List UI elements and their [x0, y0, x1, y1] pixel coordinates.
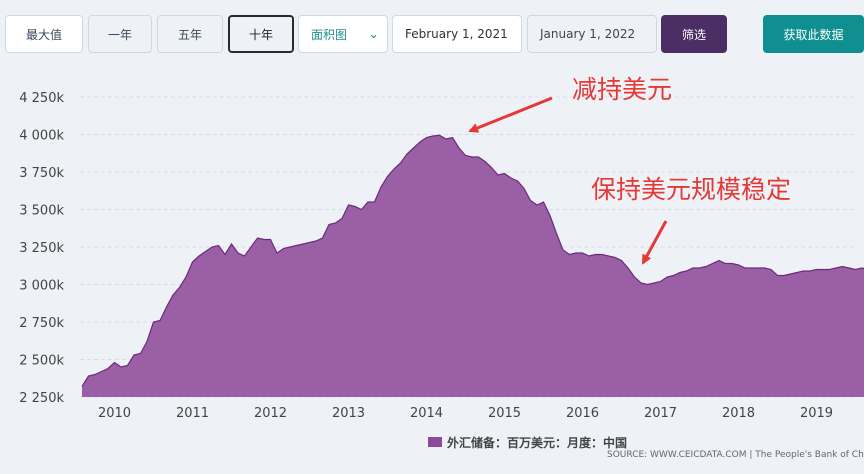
fetch-data-button[interactable]: 获取此数据: [763, 15, 864, 53]
date-from-input[interactable]: February 1, 2021: [392, 15, 522, 53]
y-tick-label: 2 750k: [19, 316, 64, 331]
x-axis-labels: 2010 2011 2012 2013 2014 2015 2016 2017 2018 2019: [98, 406, 833, 421]
x-tick-label: 2017: [644, 406, 677, 421]
chart-type-value: 面积图: [311, 27, 348, 42]
legend-label: 外汇储备：百万美元：月度：中国: [447, 435, 627, 450]
x-tick-label: 2019: [800, 406, 833, 421]
x-tick-label: 2011: [176, 406, 209, 421]
y-axis-labels: 2 250k 2 500k 2 750k 3 000k 3 250k 3 500k 3 75…: [19, 91, 64, 406]
y-tick-label: 3 500k: [19, 204, 64, 219]
y-tick-label: 4 250k: [19, 91, 64, 106]
annotation-arrow-right: [641, 220, 668, 265]
toolbar: 最大值 一年 五年 十年 面积图 ⌄ February 1, 2021 Janu…: [0, 0, 864, 62]
annotation-stable-usd: 保持美元规模稳定: [591, 175, 791, 204]
legend-swatch: [428, 437, 442, 447]
range-5y-button[interactable]: 五年: [157, 15, 223, 53]
y-tick-label: 3 250k: [19, 241, 64, 256]
annotation-arrow-top: [468, 96, 553, 133]
y-tick-label: 2 250k: [19, 391, 64, 406]
x-tick-label: 2015: [488, 406, 521, 421]
range-1y-button[interactable]: 一年: [88, 15, 152, 53]
chart-type-select[interactable]: 面积图 ⌄: [298, 15, 388, 53]
x-tick-label: 2016: [566, 406, 599, 421]
y-tick-label: 2 500k: [19, 354, 64, 369]
x-tick-label: 2010: [98, 406, 131, 421]
x-tick-label: 2013: [332, 406, 365, 421]
filter-button[interactable]: 筛选: [661, 15, 727, 53]
y-tick-label: 4 000k: [19, 129, 64, 144]
x-tick-label: 2014: [410, 406, 443, 421]
fx-reserves-chart: 2 250k 2 500k 2 750k 3 000k 3 250k 3 500k 3 75…: [19, 75, 864, 460]
y-tick-label: 3 000k: [19, 279, 64, 294]
date-to-input[interactable]: January 1, 2022: [527, 15, 657, 53]
source-label: SOURCE: WWW.CEICDATA.COM | The People's …: [607, 450, 864, 460]
y-tick-label: 3 750k: [19, 166, 64, 181]
annotation-reduce-usd: 减持美元: [572, 75, 672, 104]
range-10y-button[interactable]: 十年: [228, 15, 294, 53]
range-max-button[interactable]: 最大值: [5, 15, 83, 53]
x-tick-label: 2018: [722, 406, 755, 421]
chevron-down-icon: ⌄: [368, 26, 379, 42]
x-tick-label: 2012: [254, 406, 287, 421]
